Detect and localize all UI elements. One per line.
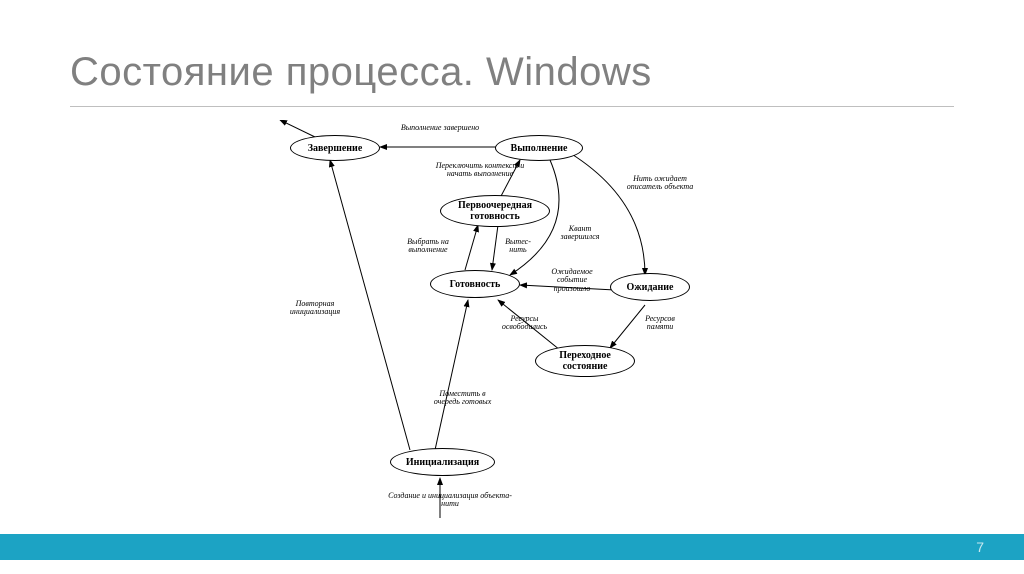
edge-select: Выбрать на выполнение	[398, 238, 458, 255]
node-waiting: Ожидание	[610, 273, 690, 301]
edge-create-thread: Создание и инициализация объекта-нити	[385, 492, 515, 509]
slide: Состояние процесса. Windows	[0, 0, 1024, 574]
node-transition: Переходное состояние	[535, 345, 635, 377]
edge-event: Ожидаемое событие произошло	[542, 268, 602, 293]
edge-quantum: Квант завершился	[550, 225, 610, 242]
edge-preempt: Вытес- нить	[498, 238, 538, 255]
edge-reinit: Повторная инициализация	[280, 300, 350, 317]
node-initialization: Инициализация	[390, 448, 495, 476]
title-underline	[70, 106, 954, 107]
slide-title: Состояние процесса. Windows	[70, 50, 652, 95]
edge-mem-resources: Ресурсов памяти	[635, 315, 685, 332]
footer-bar	[0, 534, 1024, 560]
page-number: 7	[976, 539, 984, 555]
edge-resources-freed: Ресурсы освободились	[492, 315, 557, 332]
node-running: Выполнение	[495, 135, 583, 161]
node-ready: Готовность	[430, 270, 520, 298]
node-termination: Завершение	[290, 135, 380, 161]
edge-context-switch: Переключить контекст и начать выполнение	[435, 162, 525, 179]
edge-done: Выполнение завершено	[400, 124, 480, 132]
edge-enqueue: Поместить в очередь готовых	[430, 390, 495, 407]
node-primary-ready: Первоочередная готовность	[440, 195, 550, 227]
state-diagram: Завершение Выполнение Первоочередная гот…	[240, 120, 800, 520]
edge-wait-handle: Нить ожидает описатель объекта	[620, 175, 700, 192]
